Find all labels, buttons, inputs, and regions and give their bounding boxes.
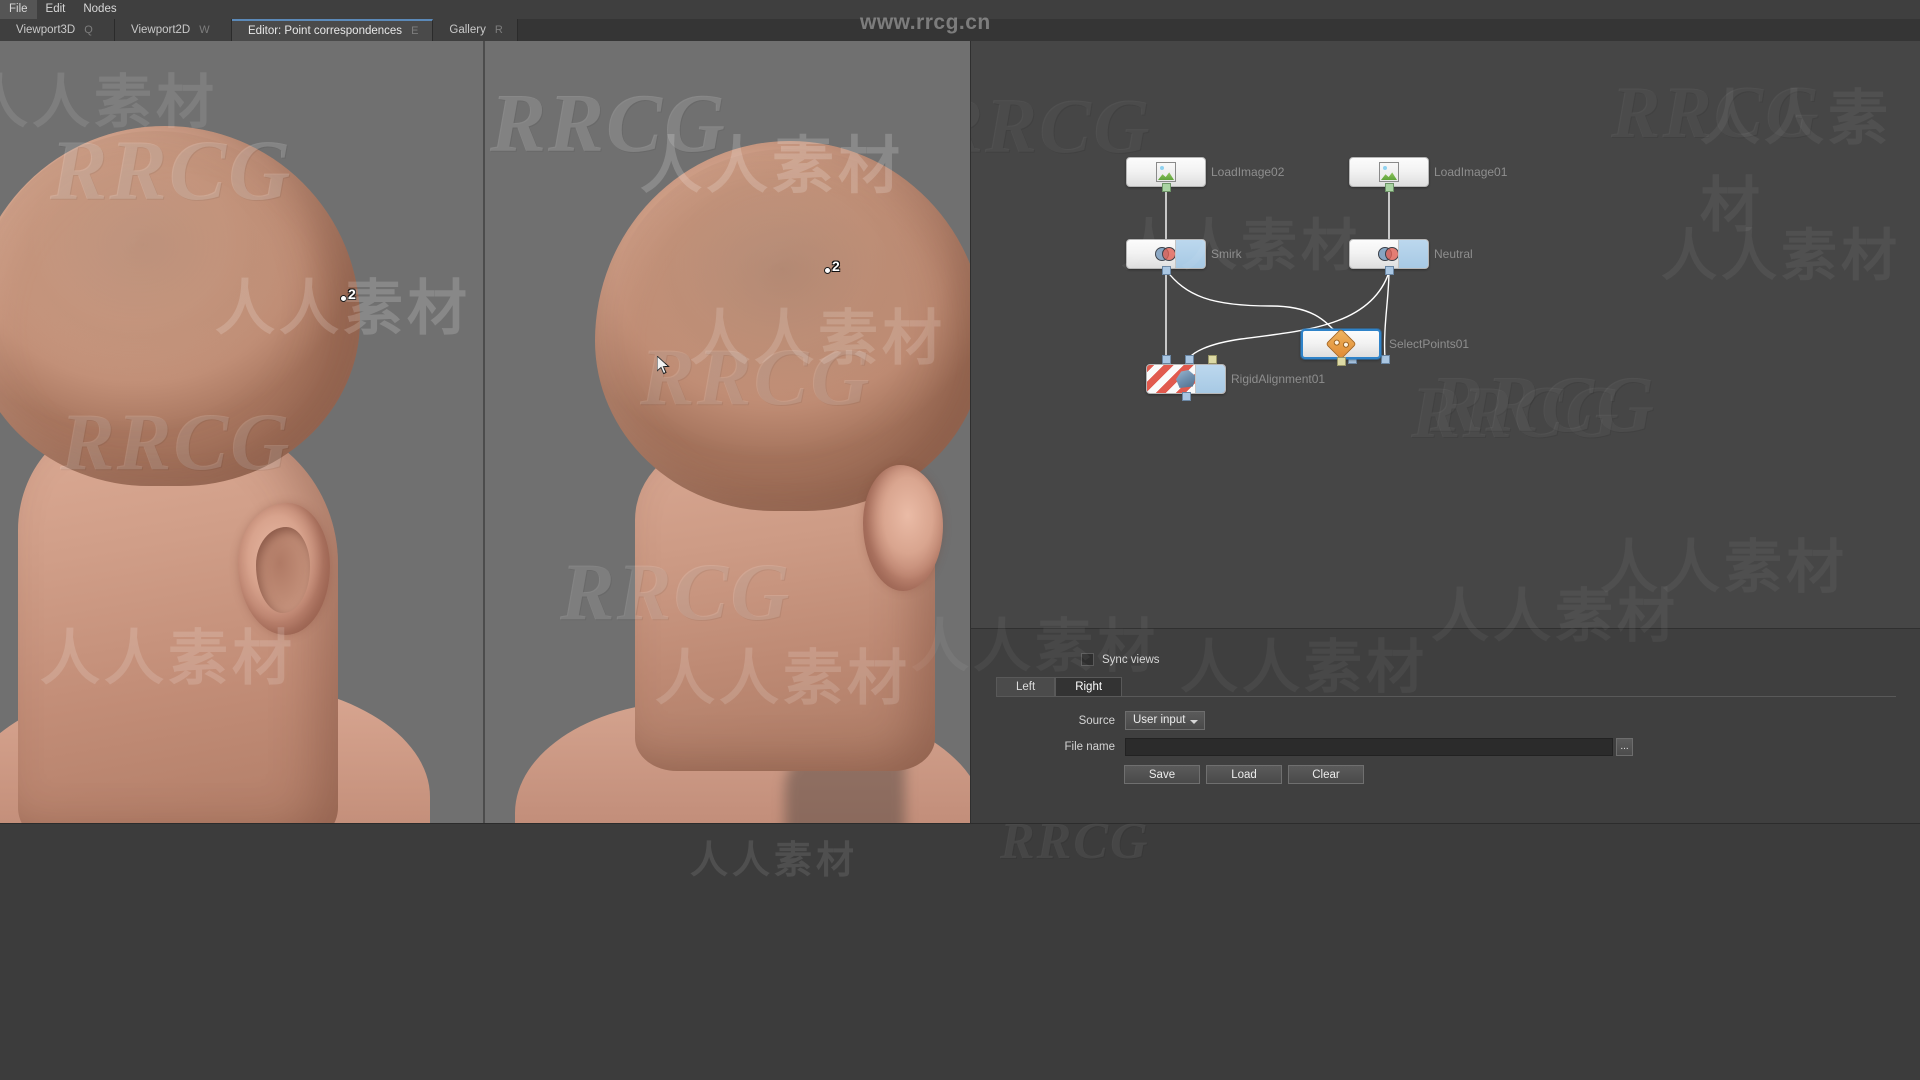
side-tab-bar: Left Right xyxy=(996,677,1896,697)
tab-gallery[interactable]: Gallery R xyxy=(433,19,518,41)
tab-viewport3d[interactable]: Viewport3D Q xyxy=(0,19,115,41)
load-button[interactable]: Load xyxy=(1206,765,1282,784)
sync-views-row[interactable]: Sync views xyxy=(1081,653,1160,666)
port-rigidalignment01-in3[interactable] xyxy=(1208,355,1217,364)
menu-file[interactable]: File xyxy=(0,0,37,19)
sync-views-label: Sync views xyxy=(1102,653,1160,666)
watermark-cn: 人人素材 xyxy=(1661,224,1901,289)
node-rigidalignment01[interactable] xyxy=(1146,364,1226,394)
source-dropdown-value: User input xyxy=(1133,714,1186,726)
port-rigidalignment01-in2[interactable] xyxy=(1185,355,1194,364)
node-selectpoints01[interactable] xyxy=(1301,328,1381,360)
node-graph[interactable]: LoadImage02 LoadImage01 Smirk Neutral Se… xyxy=(970,41,1920,628)
rock-icon xyxy=(1176,370,1196,388)
viewport-left[interactable]: 2 xyxy=(0,41,483,823)
watermark-brand: RRCG xyxy=(1611,72,1821,154)
tab-gallery-label: Gallery xyxy=(449,24,486,36)
port-rigidalignment01-in1[interactable] xyxy=(1162,355,1171,364)
node-neutral-output-cap xyxy=(1398,240,1428,268)
save-button[interactable]: Save xyxy=(1124,765,1200,784)
tab-editor-hotkey: E xyxy=(411,25,419,37)
source-label: Source xyxy=(1078,714,1115,727)
point-dot-icon xyxy=(824,267,831,274)
point-marker-right-label: 2 xyxy=(832,258,840,274)
clear-button[interactable]: Clear xyxy=(1288,765,1364,784)
tab-viewport2d-label: Viewport2D xyxy=(131,24,191,36)
image-icon xyxy=(1156,162,1176,182)
tab-viewport3d-label: Viewport3D xyxy=(16,24,76,36)
watermark-brand: RRCG xyxy=(971,82,1152,169)
node-neutral-label: Neutral xyxy=(1434,247,1473,261)
point-correspondence-viewports[interactable]: 2 2 xyxy=(0,41,970,823)
point-marker-left-label: 2 xyxy=(348,286,356,302)
tab-viewport2d[interactable]: Viewport2D W xyxy=(115,19,232,41)
image-icon xyxy=(1379,162,1399,182)
filename-input[interactable] xyxy=(1125,738,1613,756)
tab-editor-point-correspondences[interactable]: Editor: Point correspondences E xyxy=(232,19,434,41)
watermark-brand: RRCG xyxy=(1411,372,1621,454)
menu-bar: File Edit Nodes xyxy=(0,0,1920,19)
tab-viewport2d-hotkey: W xyxy=(199,24,210,36)
sync-views-checkbox[interactable] xyxy=(1081,653,1094,666)
viewport-right[interactable]: 2 xyxy=(485,41,970,823)
port-rigidalignment01-out[interactable] xyxy=(1182,392,1191,401)
timeline-panel: 0 − + 0 05101520253035404550556065707580… xyxy=(0,813,1920,1039)
port-neutral-out[interactable] xyxy=(1385,266,1394,275)
tab-left[interactable]: Left xyxy=(996,677,1056,696)
tab-right[interactable]: Right xyxy=(1055,677,1123,696)
chevron-down-icon xyxy=(1190,720,1199,724)
node-selectpoints01-label: SelectPoints01 xyxy=(1389,337,1470,351)
point-dot-icon xyxy=(340,295,347,302)
filename-label: File name xyxy=(1064,741,1116,753)
node-smirk-label: Smirk xyxy=(1211,247,1242,261)
viewport-divider[interactable] xyxy=(483,41,485,823)
node-neutral[interactable] xyxy=(1349,239,1429,269)
node-rigidalignment01-output-cap xyxy=(1195,365,1225,393)
action-buttons: Save Load Clear xyxy=(1124,765,1364,784)
node-rigidalignment01-label: RigidAlignment01 xyxy=(1231,372,1326,386)
source-dropdown[interactable]: User input xyxy=(1125,711,1206,730)
node-smirk-output-cap xyxy=(1175,240,1205,268)
viewport-tab-bar: Viewport3D Q Viewport2D W Editor: Point … xyxy=(0,19,1920,41)
menu-edit[interactable]: Edit xyxy=(37,0,75,19)
watermark-cn: 人人素材 xyxy=(690,838,859,882)
properties-panel: Sync views Left Right Source User input … xyxy=(911,582,1920,823)
source-row: Source User input xyxy=(1033,711,1206,730)
venn-icon xyxy=(1155,244,1177,264)
filename-row: File name ... xyxy=(1033,738,1633,756)
diamond-icon xyxy=(1325,328,1357,360)
tab-editor-label: Editor: Point correspondences xyxy=(248,25,403,37)
port-smirk-out[interactable] xyxy=(1162,266,1171,275)
tab-gallery-hotkey: R xyxy=(494,24,503,36)
port-selectpoints01-out[interactable] xyxy=(1337,357,1346,366)
venn-icon xyxy=(1378,244,1400,264)
port-loadimage01-out[interactable] xyxy=(1385,183,1394,192)
port-loadimage02-out[interactable] xyxy=(1162,183,1171,192)
node-smirk[interactable] xyxy=(1126,239,1206,269)
right-head-ear xyxy=(863,465,943,591)
menu-nodes[interactable]: Nodes xyxy=(74,0,125,19)
tab-viewport3d-hotkey: Q xyxy=(84,24,93,36)
mouse-cursor-icon xyxy=(657,356,670,375)
node-loadimage02-label: LoadImage02 xyxy=(1211,165,1285,179)
node-loadimage01-label: LoadImage01 xyxy=(1434,165,1508,179)
browse-button[interactable]: ... xyxy=(1616,738,1633,756)
